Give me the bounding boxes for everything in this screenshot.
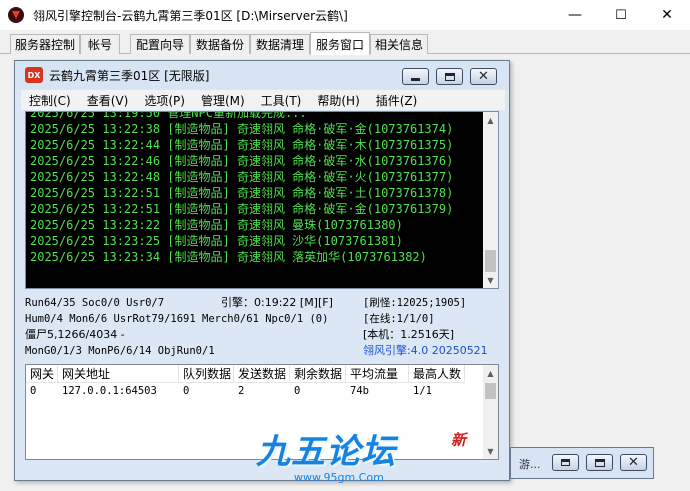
second-window-title: 游... (519, 458, 541, 471)
table-row[interactable]: 0 127.0.0.1:64503 0 2 0 74b 1/1 (26, 383, 465, 399)
gateway-col-address[interactable]: 网关地址 (58, 365, 179, 383)
gateway-col-max-users[interactable]: 最高人数 (409, 365, 465, 383)
window-title: 翎风引擎控制台-云鹤九霄第三季01区 [D:\Mirserver云鹤\] (33, 8, 348, 23)
watermark-url: www.95gm.Com (294, 471, 384, 484)
menu-plugins[interactable]: 插件(Z) (376, 92, 418, 109)
log-line: 2025/6/25 13:19:50 管理NPC重新加载完成... (30, 111, 307, 120)
tab-account[interactable]: 帐号 (80, 34, 120, 54)
status-engine-time: 引擎：0:19:22 [M][F] (221, 296, 333, 309)
log-line: 2025/6/25 13:22:38 [制造物品] 奇速翎风 命格·破军·金(1… (30, 122, 454, 136)
tab-data-backup[interactable]: 数据备份 (190, 34, 250, 54)
gateway-scrollbar[interactable]: ▲ ▼ (483, 365, 498, 459)
scroll-up-icon[interactable]: ▲ (483, 365, 498, 381)
maximize-icon (444, 72, 455, 81)
minimize-button[interactable]: — (552, 0, 598, 30)
gateway-col-sent[interactable]: 发送数据 (234, 365, 290, 383)
minimize-icon (411, 77, 420, 81)
service-close-button[interactable]: ✕ (470, 68, 497, 85)
log-panel[interactable]: 2025/6/25 13:19:50 管理NPC重新加载完成... 2025/6… (25, 111, 499, 289)
status-zombie: 僵尸5,1266/4034 - (25, 328, 125, 341)
status-mon: MonG0/1/3 MonP6/6/14 ObjRun0/1 (25, 345, 215, 357)
gateway-cell: 0 (183, 385, 190, 397)
log-line: 2025/6/25 13:22:44 [制造物品] 奇速翎风 命格·破军·木(1… (30, 138, 454, 152)
gateway-col-gateway[interactable]: 网关 (26, 365, 58, 383)
second-window[interactable]: 游... ✕ (510, 447, 654, 479)
menu-options[interactable]: 选项(P) (144, 92, 185, 109)
log-line: 2025/6/25 13:23:34 [制造物品] 奇速翎风 落英加华(1073… (30, 250, 427, 264)
tab-data-cleanup[interactable]: 数据清理 (250, 34, 310, 54)
log-line: 2025/6/25 13:23:22 [制造物品] 奇速翎风 曼珠(107376… (30, 218, 403, 232)
watermark-brand: 九五论坛 (256, 432, 396, 472)
second-restore-button[interactable] (552, 454, 579, 471)
service-menu-bar: 控制(C) 查看(V) 选项(P) 管理(M) 工具(T) 帮助(H) 插件(Z… (21, 90, 505, 110)
service-window-title: 云鹤九霄第三季01区 [无限版] (49, 68, 210, 83)
gateway-header-row: 网关 网关地址 队列数据 发送数据 剩余数据 平均流量 最高人数 (26, 365, 465, 383)
gateway-cell: 127.0.0.1:64503 (62, 385, 157, 397)
scroll-down-icon[interactable]: ▼ (483, 443, 498, 459)
tab-server-control[interactable]: 服务器控制 (10, 34, 80, 54)
log-scroll-thumb[interactable] (485, 250, 496, 272)
menu-tools[interactable]: 工具(T) (261, 92, 302, 109)
second-maximize-button[interactable] (586, 454, 613, 471)
service-minimize-button[interactable] (402, 68, 429, 85)
menu-help[interactable]: 帮助(H) (317, 92, 359, 109)
tab-service-window[interactable]: 服务窗口 (310, 32, 370, 55)
main-tab-bar: 服务器控制 帐号 配置向导 数据备份 数据清理 服务窗口 相关信息 (0, 30, 690, 55)
dx-app-icon: DX (25, 67, 43, 83)
app-logo-icon (8, 7, 24, 23)
gateway-scroll-thumb[interactable] (485, 383, 496, 399)
close-icon: ✕ (478, 69, 489, 84)
gateway-cell: 0 (30, 385, 37, 397)
service-window: DX 云鹤九霄第三季01区 [无限版] ✕ 控制(C) 查看(V) 选项(P) … (14, 60, 510, 481)
status-online: [在线:1/1/0] (363, 313, 435, 325)
log-line: 2025/6/25 13:23:25 [制造物品] 奇速翎风 沙华(107376… (30, 234, 403, 248)
maximize-button[interactable]: ☐ (598, 0, 644, 30)
gateway-cell: 1/1 (413, 385, 432, 397)
log-line: 2025/6/25 13:22:51 [制造物品] 奇速翎风 命格·破军·土(1… (30, 186, 454, 200)
menu-control[interactable]: 控制(C) (29, 92, 71, 109)
maximize-icon (594, 458, 605, 467)
log-line: 2025/6/25 13:22:46 [制造物品] 奇速翎风 命格·破军·水(1… (30, 154, 454, 168)
log-line: 2025/6/25 13:22:48 [制造物品] 奇速翎风 命格·破军·火(1… (30, 170, 454, 184)
menu-manage[interactable]: 管理(M) (201, 92, 245, 109)
gateway-cell: 74b (350, 385, 369, 397)
log-line: 2025/6/25 13:22:51 [制造物品] 奇速翎风 命格·破军·金(1… (30, 202, 454, 216)
watermark-badge: 新 (451, 431, 467, 449)
engine-version: 翎风引擎:4.0 20250521 (363, 344, 488, 357)
close-button[interactable]: ✕ (644, 0, 690, 30)
service-maximize-button[interactable] (436, 68, 463, 85)
status-local: [本机：1.2516天] (363, 328, 455, 341)
tab-related-info[interactable]: 相关信息 (370, 34, 428, 54)
gateway-cell: 2 (238, 385, 245, 397)
restore-icon (561, 459, 570, 466)
log-lines: 2025/6/25 13:19:50 管理NPC重新加载完成... 2025/6… (26, 111, 484, 265)
scroll-up-icon[interactable]: ▲ (483, 112, 498, 128)
tab-config-wizard[interactable]: 配置向导 (130, 34, 190, 54)
log-scrollbar[interactable]: ▲ ▼ (483, 112, 498, 288)
status-panel: Run64/35 Soc0/0 Usr0/7 引擎：0:19:22 [M][F]… (25, 293, 499, 361)
gateway-col-queue[interactable]: 队列数据 (179, 365, 234, 383)
status-hum: Hum0/4 Mon6/6 UsrRot79/1691 Merch0/61 Np… (25, 313, 329, 325)
title-bar: 翎风引擎控制台-云鹤九霄第三季01区 [D:\Mirserver云鹤\] — ☐… (0, 0, 690, 30)
status-refresh: [刷怪:12025;1905] (363, 297, 467, 309)
watermark: 九五论坛 新 www.95gm.Com (256, 424, 466, 491)
second-close-button[interactable]: ✕ (620, 454, 647, 471)
menu-view[interactable]: 查看(V) (87, 92, 129, 109)
gateway-col-remaining[interactable]: 剩余数据 (290, 365, 346, 383)
scroll-down-icon[interactable]: ▼ (483, 272, 498, 288)
close-icon: ✕ (628, 455, 639, 470)
gateway-col-avg-traffic[interactable]: 平均流量 (346, 365, 409, 383)
status-run: Run64/35 Soc0/0 Usr0/7 (25, 297, 165, 309)
service-window-title-bar: DX 云鹤九霄第三季01区 [无限版] ✕ (15, 61, 509, 89)
gateway-cell: 0 (294, 385, 301, 397)
